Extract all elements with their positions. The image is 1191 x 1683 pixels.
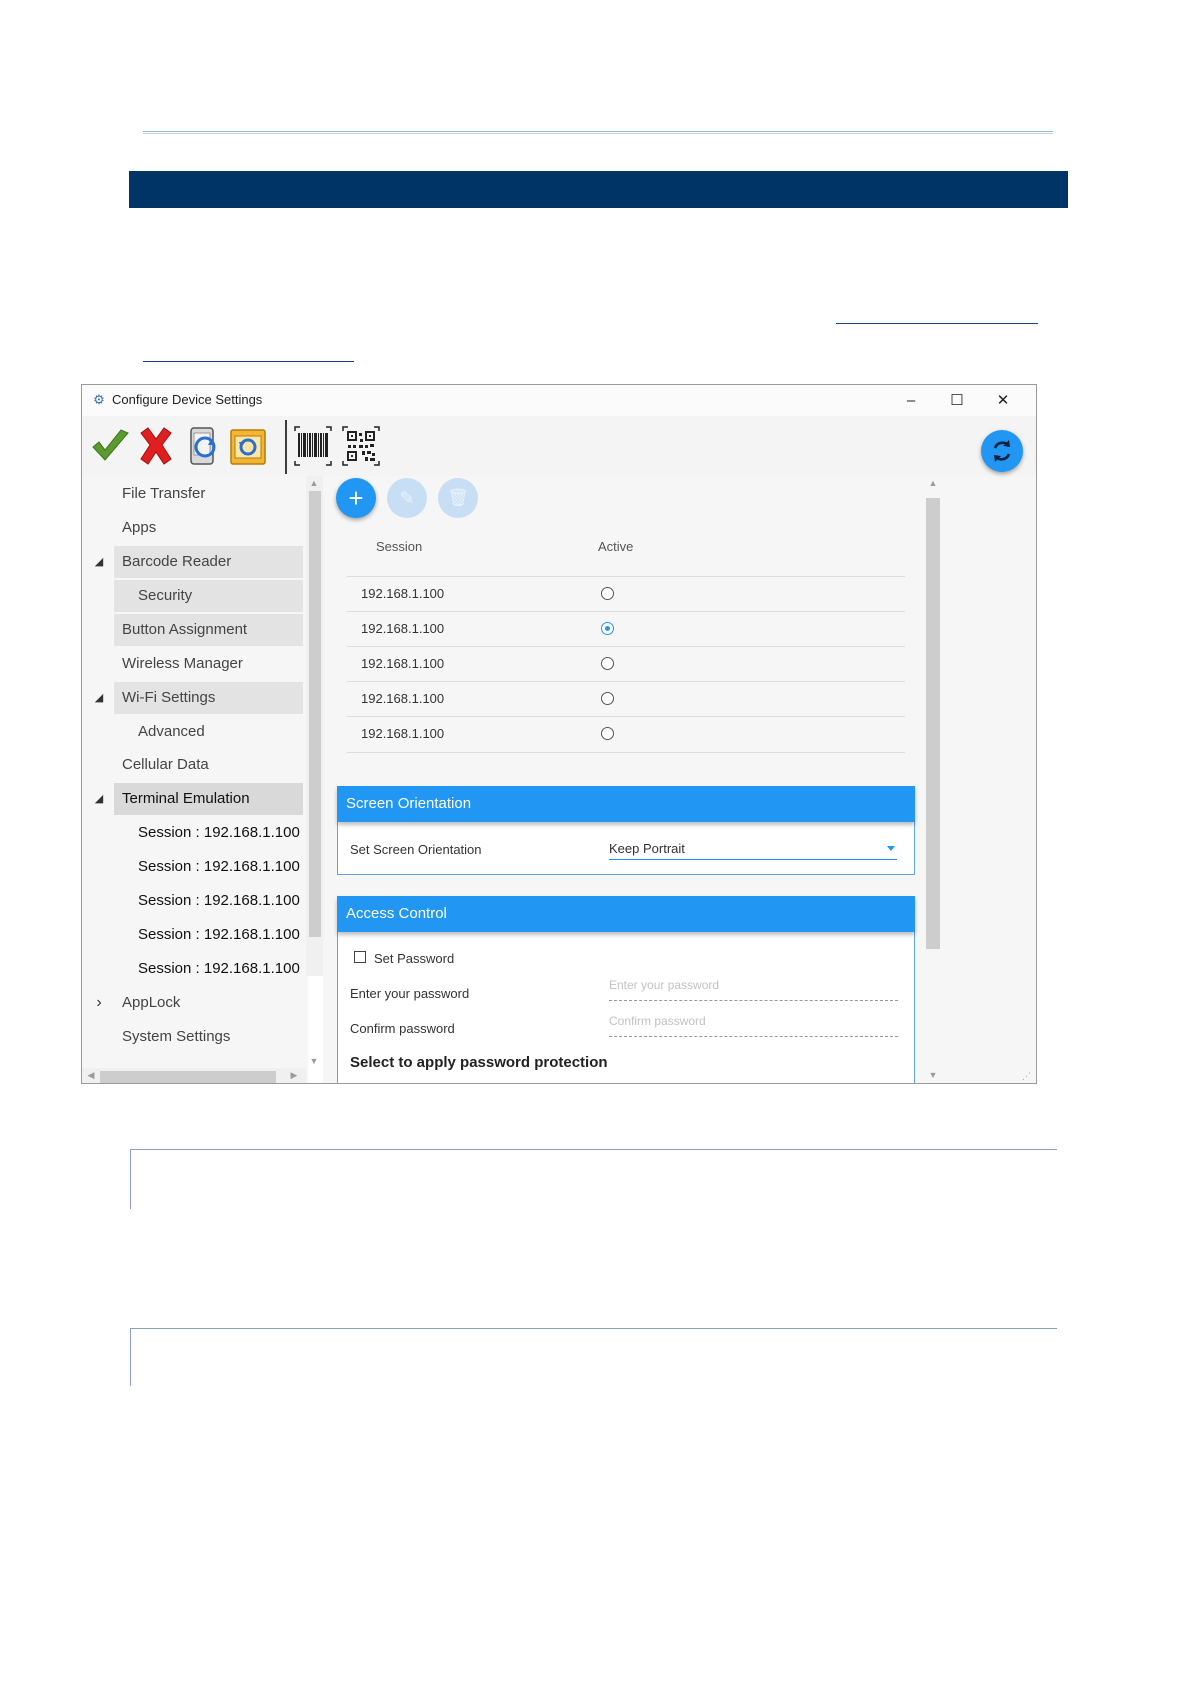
scroll-up-arrow-icon[interactable]: ▲ (307, 478, 321, 488)
toolbar-separator (285, 420, 287, 474)
nav-item-apps[interactable]: Apps (114, 512, 303, 544)
nav-item-session[interactable]: Session : 192.168.1.100 (114, 953, 303, 985)
nav-item-wireless-manager[interactable]: Wireless Manager (114, 648, 303, 680)
active-radio-selected[interactable] (601, 622, 614, 635)
title-bar: ⚙ Configure Device Settings – ☐ ✕ (82, 385, 1036, 416)
apply-check-icon[interactable] (90, 425, 130, 467)
panel-header: Access Control (337, 896, 915, 932)
close-button[interactable]: ✕ (980, 385, 1026, 416)
collapse-triangle-icon[interactable]: ◢ (92, 682, 106, 714)
note-box (130, 1149, 1057, 1209)
active-radio[interactable] (601, 727, 614, 740)
session-ip: 192.168.1.100 (361, 691, 445, 706)
active-radio[interactable] (601, 587, 614, 600)
edit-session-button[interactable]: ✎ (387, 478, 427, 518)
section-banner (129, 171, 1068, 208)
add-session-button[interactable]: + (336, 478, 376, 518)
window-title: Configure Device Settings (112, 392, 263, 407)
nav-item-session[interactable]: Session : 192.168.1.100 (114, 817, 303, 849)
nav-item-cellular-data[interactable]: Cellular Data (114, 749, 303, 781)
session-ip: 192.168.1.100 (361, 586, 445, 601)
nav-item-barcode-reader[interactable]: ◢ Barcode Reader (95, 546, 303, 578)
session-ip: 192.168.1.100 (361, 621, 445, 636)
scroll-down-arrow-icon[interactable]: ▼ (307, 1056, 321, 1066)
orientation-label: Set Screen Orientation (350, 842, 482, 857)
expand-chevron-icon[interactable]: › (92, 987, 106, 1019)
nav-item-file-transfer[interactable]: File Transfer (114, 478, 303, 510)
confirm-password-field[interactable]: Confirm password (609, 1014, 898, 1037)
cancel-x-icon[interactable] (136, 425, 176, 467)
settings-nav-tree: File Transfer Apps ◢ Barcode Reader Secur… (82, 476, 308, 1083)
apply-password-label: Select to apply password protection (350, 1054, 608, 1071)
nav-item-security[interactable]: Security (114, 580, 303, 612)
set-password-label: Set Password (374, 951, 455, 966)
collapse-triangle-icon[interactable]: ◢ (92, 783, 106, 815)
session-row[interactable]: 192.168.1.100 (347, 646, 905, 682)
minimize-button[interactable]: – (888, 385, 934, 416)
toolbar (82, 416, 1036, 476)
session-ip: 192.168.1.100 (361, 656, 445, 671)
enter-password-field[interactable]: Enter your password (609, 978, 898, 1001)
scroll-up-arrow-icon[interactable]: ▲ (926, 478, 940, 488)
hyperlink-underline[interactable] (836, 323, 1038, 324)
scroll-right-arrow-icon[interactable]: ▶ (287, 1070, 301, 1081)
device-sync-icon[interactable] (183, 425, 223, 467)
session-row[interactable]: 192.168.1.100 (347, 681, 905, 717)
column-header-session: Session (376, 539, 423, 554)
session-row[interactable]: 192.168.1.100 (347, 611, 905, 647)
scroll-left-arrow-icon[interactable]: ◀ (84, 1070, 98, 1081)
nav-scroll-thumb[interactable] (309, 491, 321, 937)
note-box (130, 1328, 1057, 1386)
nav-horizontal-scroll-thumb[interactable] (100, 1071, 276, 1083)
session-row[interactable]: 192.168.1.100 (347, 716, 905, 753)
confirm-password-label: Confirm password (350, 1021, 455, 1036)
restore-backup-icon[interactable] (228, 425, 268, 467)
active-radio[interactable] (601, 692, 614, 705)
panel-title: Access Control (346, 905, 447, 922)
nav-item-session[interactable]: Session : 192.168.1.100 (114, 885, 303, 917)
header-rule (143, 131, 1053, 134)
hyperlink-underline[interactable] (143, 361, 354, 362)
qr-code-icon[interactable] (341, 425, 381, 467)
nav-item-button-assignment[interactable]: Button Assignment (114, 614, 303, 646)
screen-orientation-panel: Screen Orientation Set Screen Orientatio… (337, 786, 915, 875)
column-header-active: Active (598, 539, 634, 554)
active-radio[interactable] (601, 657, 614, 670)
collapse-triangle-icon[interactable]: ◢ (92, 546, 106, 578)
nav-item-advanced[interactable]: Advanced (114, 716, 303, 748)
panel-header: Screen Orientation (337, 786, 915, 822)
dropdown-arrow-icon[interactable] (887, 846, 895, 851)
app-gear-icon: ⚙ (93, 392, 105, 407)
content-scroll-thumb[interactable] (926, 498, 940, 949)
maximize-button[interactable]: ☐ (934, 385, 980, 416)
resize-grip-icon[interactable]: ⋰ (1022, 1071, 1031, 1082)
nav-item-applock[interactable]: › AppLock (96, 987, 303, 1019)
nav-item-session[interactable]: Session : 192.168.1.100 (114, 919, 303, 951)
panel-title: Screen Orientation (346, 795, 472, 812)
session-ip: 192.168.1.100 (361, 726, 445, 741)
orientation-value: Keep Portrait (609, 841, 685, 856)
orientation-select[interactable]: Keep Portrait (609, 839, 897, 860)
scroll-down-arrow-icon[interactable]: ▼ (926, 1070, 940, 1080)
sync-button[interactable] (981, 430, 1023, 472)
session-row[interactable]: 192.168.1.100 (347, 576, 905, 612)
access-control-panel: Access Control Set Password Enter your p… (337, 896, 915, 1083)
configure-device-settings-window: ⚙ Configure Device Settings – ☐ ✕ File T… (81, 384, 1037, 1084)
nav-item-terminal-emulation[interactable]: ◢ Terminal Emulation (95, 783, 303, 815)
nav-item-system-settings[interactable]: System Settings (114, 1021, 303, 1053)
refresh-sync-icon (993, 440, 1011, 462)
nav-item-wifi-settings[interactable]: ◢ Wi-Fi Settings (95, 682, 303, 714)
delete-session-button[interactable]: 🗑 (438, 478, 478, 518)
enter-password-label: Enter your password (350, 986, 470, 1001)
set-password-checkbox[interactable] (354, 951, 366, 963)
barcode-icon[interactable] (293, 425, 333, 467)
nav-item-session[interactable]: Session : 192.168.1.100 (114, 851, 303, 883)
